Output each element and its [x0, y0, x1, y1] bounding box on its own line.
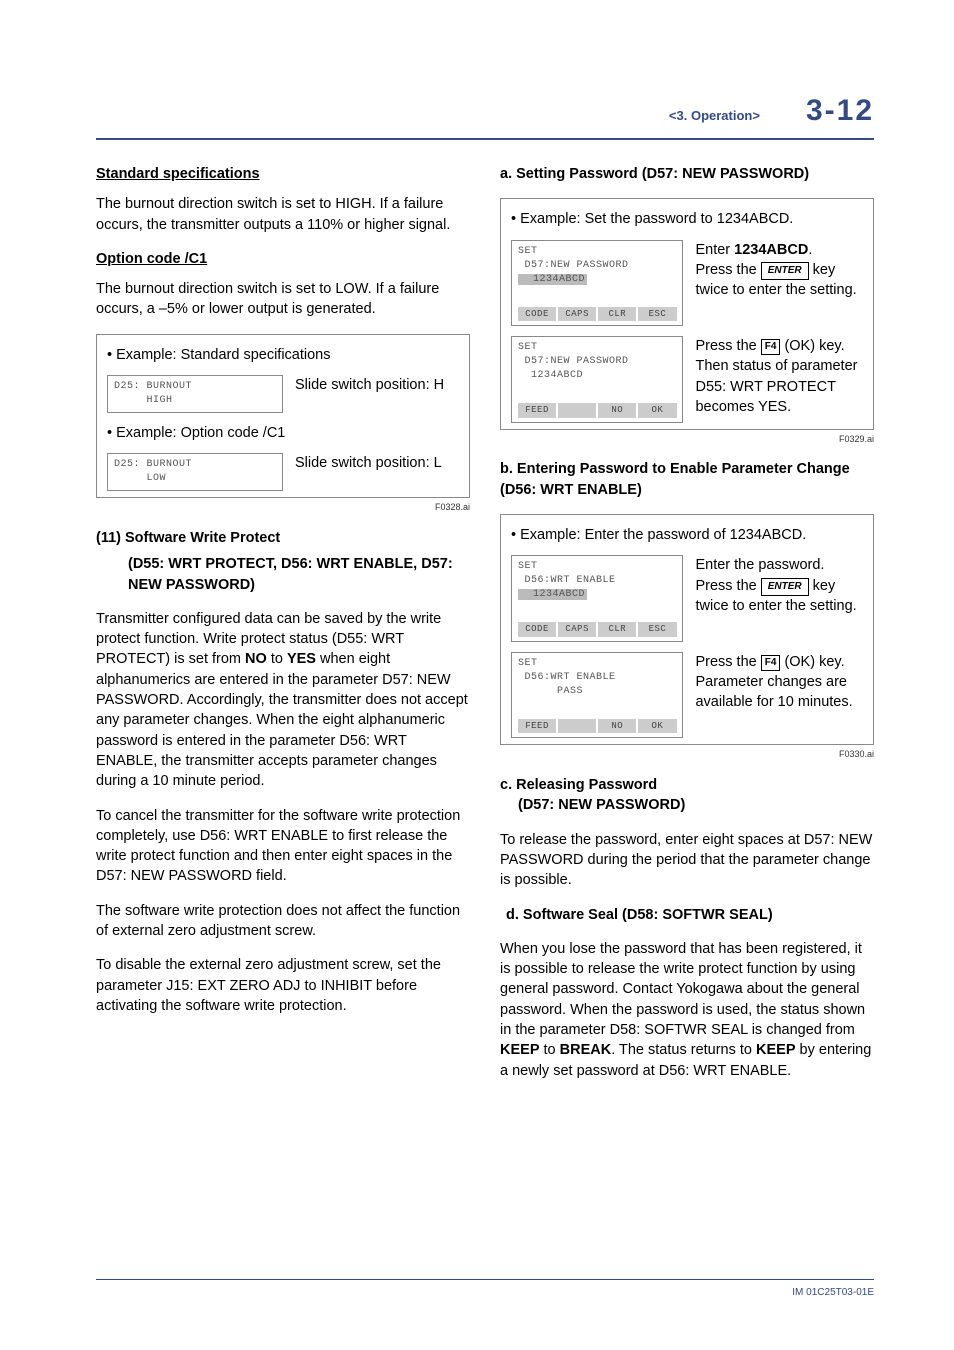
left-column: Standard specifications The burnout dire…	[96, 164, 470, 1095]
breadcrumb: <3. Operation>	[669, 107, 760, 125]
document-id: IM 01C25T03-01E	[96, 1286, 874, 1300]
instr-b2: Press the F4 (OK) key. Parameter changes…	[695, 652, 863, 713]
device-screen-burnout-low: D25: BURNOUT LOW	[107, 453, 283, 491]
example-box-b: • Example: Enter the password of 1234ABC…	[500, 514, 874, 745]
enter-key-icon: ENTER	[761, 578, 809, 596]
text-c: To release the password, enter eight spa…	[500, 830, 874, 891]
device-screen-a2: SET D57:NEW PASSWORD 1234ABCD FEEDNOOK	[511, 336, 683, 423]
page-header: <3. Operation> 3-12	[96, 90, 874, 132]
f4-key-icon: F4	[761, 655, 781, 671]
example-box-a: • Example: Set the password to 1234ABCD.…	[500, 198, 874, 429]
example-title-std: • Example: Standard specifications	[107, 345, 459, 365]
example-title-opt: • Example: Option code /C1	[107, 423, 459, 443]
device-screen-b2: SET D56:WRT ENABLE PASS FEEDNOOK	[511, 652, 683, 739]
figure-label-1: F0328.ai	[96, 501, 470, 514]
page-footer: IM 01C25T03-01E	[96, 1279, 874, 1301]
f4-key-icon: F4	[761, 339, 781, 355]
instr-a2: Press the F4 (OK) key. Then status of pa…	[695, 336, 863, 417]
instr-b1: Enter the password. Press the ENTER key …	[695, 555, 863, 616]
heading-std-spec: Standard specifications	[96, 164, 470, 184]
heading-11: (11) Software Write Protect	[96, 528, 470, 548]
right-column: a. Setting Password (D57: NEW PASSWORD) …	[500, 164, 874, 1095]
text-swp-1: Transmitter configured data can be saved…	[96, 609, 470, 792]
device-screen-burnout-high: D25: BURNOUT HIGH	[107, 375, 283, 413]
header-rule	[96, 138, 874, 140]
heading-d: d. Software Seal (D58: SOFTWR SEAL)	[500, 905, 874, 925]
device-screen-b1: SET D56:WRT ENABLE 1234ABCD CODECAPSCLRE…	[511, 555, 683, 642]
heading-c-1: c. Releasing Password	[500, 775, 874, 795]
example-box-burnout: • Example: Standard specifications D25: …	[96, 334, 470, 499]
figure-label-3: F0330.ai	[500, 748, 874, 761]
heading-option-c1: Option code /C1	[96, 249, 470, 269]
text-swp-3: The software write protection does not a…	[96, 901, 470, 942]
device-screen-a1: SET D57:NEW PASSWORD 1234ABCD CODECAPSCL…	[511, 240, 683, 327]
instr-a1: Enter 1234ABCD. Press the ENTER key twic…	[695, 240, 863, 301]
text-option-c1: The burnout direction switch is set to L…	[96, 279, 470, 320]
page-number: 3-12	[806, 90, 874, 132]
figure-label-2: F0329.ai	[500, 433, 874, 446]
heading-a: a. Setting Password (D57: NEW PASSWORD)	[500, 164, 874, 184]
heading-11-sub: (D55: WRT PROTECT, D56: WRT ENABLE, D57:…	[96, 554, 470, 595]
footer-rule	[96, 1279, 874, 1281]
heading-b: b. Entering Password to Enable Parameter…	[500, 459, 874, 500]
example-title-b: • Example: Enter the password of 1234ABC…	[511, 525, 863, 545]
text-d: When you lose the password that has been…	[500, 939, 874, 1081]
text-swp-2: To cancel the transmitter for the softwa…	[96, 806, 470, 887]
text-std-spec: The burnout direction switch is set to H…	[96, 194, 470, 235]
text-swp-4: To disable the external zero adjustment …	[96, 955, 470, 1016]
example-title-a: • Example: Set the password to 1234ABCD.	[511, 209, 863, 229]
heading-c-2: (D57: NEW PASSWORD)	[500, 795, 874, 815]
caption-slide-h: Slide switch position: H	[295, 375, 459, 395]
caption-slide-l: Slide switch position: L	[295, 453, 459, 473]
enter-key-icon: ENTER	[761, 262, 809, 280]
